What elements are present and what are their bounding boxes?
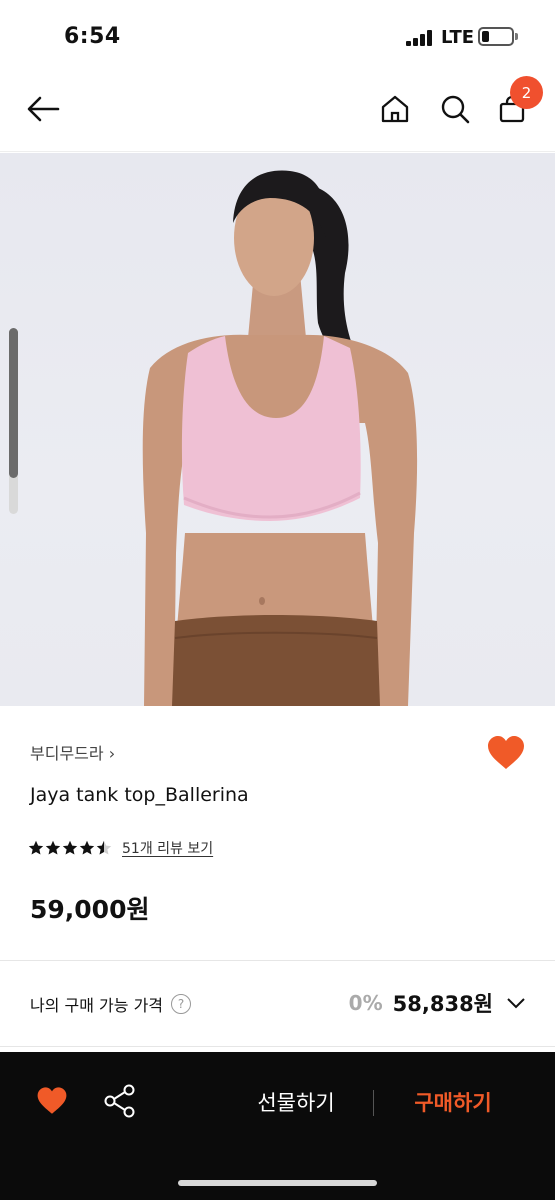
gallery-scroll-thumb[interactable] xyxy=(9,328,18,478)
cart-count-badge: 2 xyxy=(510,76,543,109)
home-indicator xyxy=(178,1180,377,1186)
signal-icon xyxy=(406,30,436,46)
divider xyxy=(0,1046,555,1047)
product-image[interactable] xyxy=(0,153,555,706)
share-icon[interactable] xyxy=(104,1084,136,1118)
product-price: 59,000원 xyxy=(30,895,150,924)
back-arrow-icon[interactable] xyxy=(24,90,62,128)
buy-button[interactable]: 구매하기 xyxy=(392,1084,514,1120)
status-bar: 6:54 LTE xyxy=(0,0,555,72)
discount-rate: 0% xyxy=(348,991,383,1015)
help-icon[interactable]: ? xyxy=(171,994,192,1014)
divider xyxy=(0,960,555,961)
heart-icon[interactable] xyxy=(36,1086,68,1116)
star-icon xyxy=(79,840,95,855)
my-price-text: 나의 구매 가능 가격 xyxy=(30,996,164,1015)
brand-name[interactable]: 부디무드라 xyxy=(30,744,104,763)
half-star-icon xyxy=(96,840,112,855)
review-link[interactable]: 51개 리뷰 보기 xyxy=(122,838,213,858)
home-icon[interactable] xyxy=(376,90,414,128)
battery-icon xyxy=(478,27,518,46)
divider xyxy=(373,1090,374,1116)
star-icon xyxy=(45,840,61,855)
status-time: 6:54 xyxy=(64,24,121,49)
final-price: 58,838원 xyxy=(392,992,493,1016)
star-icon xyxy=(62,840,78,855)
brand-link[interactable]: 부디무드라 › xyxy=(30,740,115,764)
gift-button[interactable]: 선물하기 xyxy=(235,1084,357,1120)
heart-icon[interactable] xyxy=(486,735,526,771)
network-type: LTE xyxy=(441,27,475,48)
product-name: Jaya tank top_Ballerina xyxy=(30,784,249,806)
rating-row: 51개 리뷰 보기 xyxy=(28,838,213,858)
product-photo xyxy=(142,170,418,706)
rating-stars xyxy=(28,840,112,856)
bottom-action-bar: 선물하기 구매하기 xyxy=(0,1052,555,1200)
header xyxy=(0,72,555,152)
search-icon[interactable] xyxy=(436,90,474,128)
chevron-down-icon[interactable] xyxy=(507,997,525,1009)
chevron-right-icon: › xyxy=(108,744,116,763)
star-icon xyxy=(28,840,44,855)
gallery-scrollbar[interactable] xyxy=(9,328,18,514)
my-price-label: 나의 구매 가능 가격 ? xyxy=(30,992,192,1016)
my-price-value[interactable]: 0% 58,838원 xyxy=(349,988,525,1018)
